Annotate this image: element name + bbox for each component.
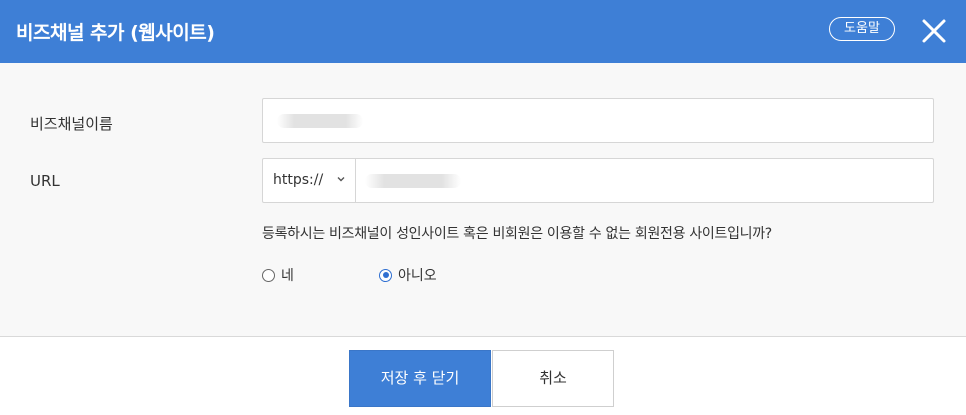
- bizchannel-name-input[interactable]: [262, 98, 934, 143]
- bizchannel-name-label: 비즈채널이름: [30, 115, 113, 133]
- dialog-title: 비즈채널 추가 (웹사이트): [16, 22, 215, 44]
- dialog-body: 비즈채널이름 URL https:// 등록하시는 비즈채널이 성인사이트 혹은…: [0, 63, 966, 337]
- url-label: URL: [30, 172, 60, 190]
- protocol-select[interactable]: https://: [263, 159, 356, 203]
- radio-yes-label: 네: [281, 268, 294, 284]
- radio-no-label: 아니오: [398, 268, 437, 284]
- url-input[interactable]: [357, 159, 933, 202]
- help-button[interactable]: 도움말: [829, 17, 895, 41]
- close-button[interactable]: [917, 14, 951, 48]
- close-icon: [922, 19, 946, 43]
- redacted-value: [365, 174, 461, 188]
- chevron-down-icon: [337, 177, 345, 182]
- dialog-header: 비즈채널 추가 (웹사이트) 도움말: [0, 0, 966, 63]
- dialog-footer: 저장 후 닫기 취소: [0, 337, 966, 415]
- radio-yes-circle[interactable]: [262, 268, 275, 282]
- cancel-button[interactable]: 취소: [492, 350, 614, 407]
- radio-yes[interactable]: 네: [262, 265, 294, 285]
- url-field-group: https://: [262, 158, 934, 203]
- protocol-selected-value: https://: [273, 172, 324, 188]
- save-and-close-button[interactable]: 저장 후 닫기: [349, 350, 491, 407]
- radio-no[interactable]: 아니오: [379, 265, 437, 285]
- radio-no-circle[interactable]: [379, 268, 392, 282]
- redacted-value: [277, 114, 363, 128]
- adult-site-question: 등록하시는 비즈채널이 성인사이트 혹은 비회원은 이용할 수 없는 회원전용 …: [262, 226, 772, 242]
- add-bizchannel-dialog: 비즈채널 추가 (웹사이트) 도움말 비즈채널이름 URL https:// 등…: [0, 0, 966, 415]
